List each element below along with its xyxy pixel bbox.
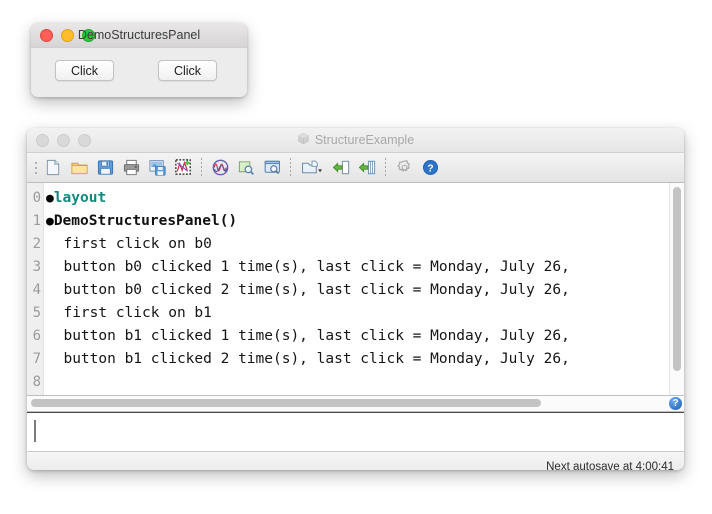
code-line-indent [46, 305, 63, 321]
code-line-bullet-icon: ● [46, 191, 54, 206]
code-line-bullet-icon: ● [46, 214, 54, 229]
editor-area[interactable]: 0 1 2 3 4 5 6 7 8 ●layout ●DemoStructures… [27, 183, 684, 396]
line-number-gutter: 0 1 2 3 4 5 6 7 8 [27, 183, 44, 395]
close-button[interactable] [40, 28, 53, 42]
code-line: ●layout [44, 187, 684, 210]
print-icon[interactable] [118, 156, 144, 180]
save-image-icon[interactable] [144, 156, 170, 180]
code-line-indent [46, 236, 63, 252]
toolbar-separator [385, 157, 386, 178]
structure-traffic-lights[interactable] [27, 133, 91, 147]
demo-traffic-lights[interactable] [31, 28, 95, 42]
save-floppy-icon[interactable] [92, 156, 118, 180]
code-line-indent [46, 282, 63, 298]
structure-example-window[interactable]: StructureExample ? 0 1 2 3 4 5 6 7 8 ●la… [27, 128, 684, 470]
code-line-text: DemoStructuresPanel() [53, 213, 238, 229]
status-bar: Next autosave at 4:00:41 [27, 452, 684, 470]
code-line-text: first click on b0 [63, 236, 212, 252]
line-number: 3 [32, 259, 41, 275]
zoom-window-icon[interactable] [259, 156, 285, 180]
autosave-status-text: Next autosave at 4:00:41 [546, 461, 674, 470]
close-button[interactable] [36, 133, 49, 147]
new-plot-icon[interactable] [170, 156, 196, 180]
command-input-area[interactable] [27, 412, 684, 452]
line-number: 6 [32, 328, 41, 344]
code-line: button b0 clicked 1 time(s), last click … [44, 256, 684, 279]
help-badge-icon[interactable]: ? [669, 397, 682, 410]
code-line: button b0 clicked 2 time(s), last click … [44, 279, 684, 302]
zoom-button[interactable] [78, 133, 91, 147]
toolbar-separator [201, 157, 202, 178]
svg-text:?: ? [427, 164, 433, 175]
line-number: 8 [32, 374, 41, 390]
structure-titlebar[interactable]: StructureExample [27, 128, 684, 153]
minimize-button[interactable] [61, 28, 74, 42]
code-line-indent [46, 374, 63, 390]
code-line-text: button b0 clicked 1 time(s), last click … [63, 259, 570, 275]
help-circle-icon[interactable]: ? [417, 156, 443, 180]
code-line-indent [46, 351, 63, 367]
line-number: 5 [32, 305, 41, 321]
code-line-text: button b0 clicked 2 time(s), last click … [63, 282, 570, 298]
code-line: first click on b1 [44, 302, 684, 325]
code-content[interactable]: ●layout ●DemoStructuresPanel() first clic… [44, 183, 684, 395]
waveform-circle-icon[interactable] [207, 156, 233, 180]
code-line-text: button b1 clicked 1 time(s), last click … [63, 328, 570, 344]
zoom-button[interactable] [82, 28, 95, 42]
insert-column-icon[interactable] [354, 156, 380, 180]
line-number: 0 [32, 190, 41, 206]
scrollbar-thumb[interactable] [31, 399, 541, 407]
code-line: button b1 clicked 2 time(s), last click … [44, 348, 684, 371]
new-window-dropdown-icon[interactable] [296, 156, 328, 180]
click-button-b0[interactable]: Click [55, 60, 114, 81]
toolbar-grip[interactable] [31, 158, 40, 178]
structure-window-title-container: StructureExample [27, 132, 684, 148]
zoom-region-icon[interactable] [233, 156, 259, 180]
code-line-indent [46, 259, 63, 275]
scrollbar-thumb[interactable] [673, 187, 681, 371]
gear-icon[interactable] [391, 156, 417, 180]
minimize-button[interactable] [57, 133, 70, 147]
toolbar[interactable]: ? [27, 153, 684, 183]
demo-titlebar[interactable]: DemoStructuresPanel [31, 23, 247, 48]
insert-left-icon[interactable] [328, 156, 354, 180]
line-number: 4 [32, 282, 41, 298]
screen: StructureExample ? 0 1 2 3 4 5 6 7 8 ●la… [0, 0, 712, 514]
command-input[interactable] [33, 421, 678, 445]
code-line-text: button b1 clicked 2 time(s), last click … [63, 351, 570, 367]
code-line [44, 371, 684, 394]
line-number: 2 [32, 236, 41, 252]
page-title: StructureExample [314, 133, 415, 147]
code-line: button b1 clicked 1 time(s), last click … [44, 325, 684, 348]
line-number: 7 [32, 351, 41, 367]
demo-structures-panel-window[interactable]: DemoStructuresPanel Click Click [31, 23, 247, 97]
code-line: first click on b0 [44, 233, 684, 256]
code-line: ●DemoStructuresPanel() [44, 210, 684, 233]
cube-icon [297, 132, 310, 148]
editor-vertical-scrollbar[interactable] [669, 183, 684, 395]
editor-horizontal-scrollbar[interactable]: ? [27, 396, 684, 412]
new-document-icon[interactable] [40, 156, 66, 180]
demo-panel-body: Click Click [31, 48, 247, 97]
code-line-text: layout [53, 190, 107, 206]
line-number: 1 [32, 213, 41, 229]
click-button-b1[interactable]: Click [158, 60, 217, 81]
open-folder-icon[interactable] [66, 156, 92, 180]
code-line-indent [46, 328, 63, 344]
code-line-text: first click on b1 [63, 305, 212, 321]
toolbar-separator [290, 157, 291, 178]
